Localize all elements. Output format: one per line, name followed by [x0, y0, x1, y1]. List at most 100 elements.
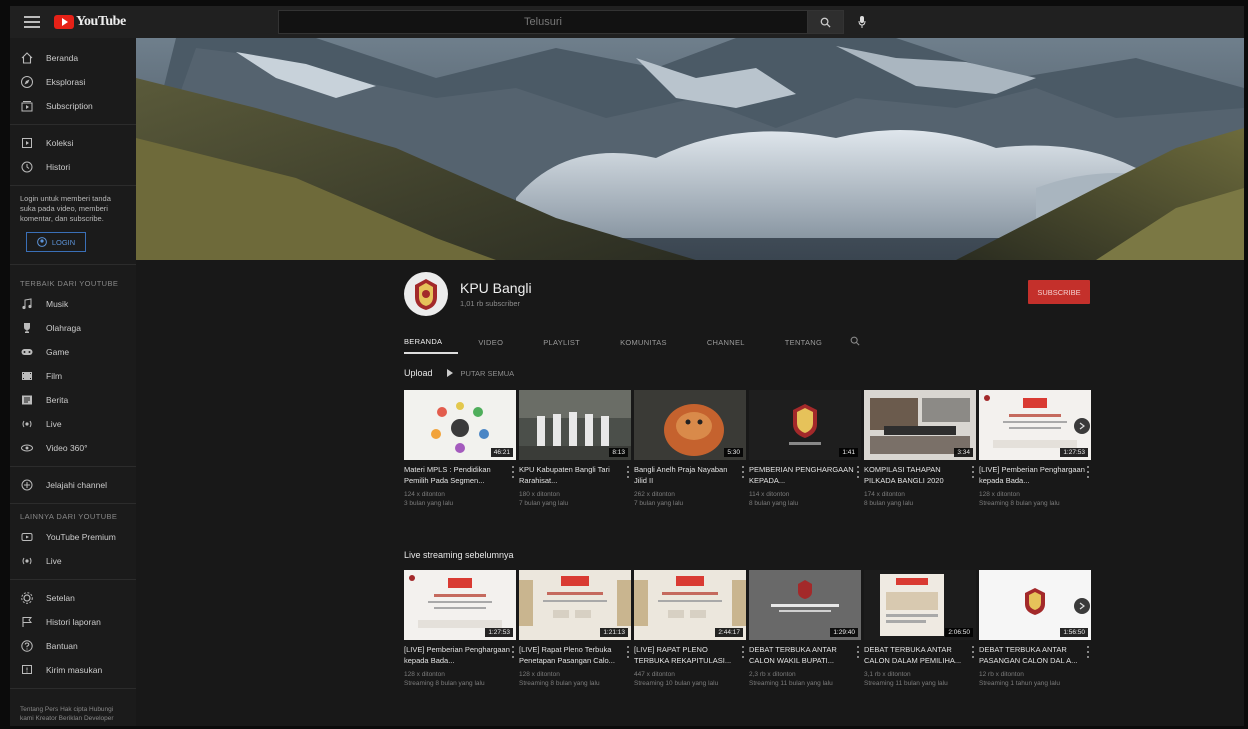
video360-icon	[20, 441, 34, 455]
sidebar-item-label: YouTube Premium	[46, 532, 116, 542]
more-vert-icon[interactable]	[972, 466, 976, 478]
video-title[interactable]: [LIVE] Rapat Pleno Terbuka Penetapan Pas…	[519, 644, 631, 666]
subscribe-button[interactable]: SUBSCRIBE	[1028, 280, 1090, 304]
video-card[interactable]: 8:13 KPU Kabupaten Bangli Tari Rarahisat.…	[519, 390, 631, 508]
film-icon	[20, 369, 34, 383]
video-age: Streaming 11 bulan yang lalu	[749, 680, 833, 687]
live-next-button[interactable]	[1074, 598, 1090, 614]
sidebar-item-beranda[interactable]: Beranda	[10, 46, 136, 70]
login-button[interactable]: LOGIN	[26, 232, 86, 252]
more-vert-icon[interactable]	[512, 646, 516, 658]
video-card[interactable]: 3:34 KOMPILASI TAHAPAN PILKADA BANGLI 202…	[864, 390, 976, 508]
video-card[interactable]: 1:21:13 [LIVE] Rapat Pleno Terbuka Peneta…	[519, 570, 631, 688]
divider	[10, 124, 136, 125]
more-vert-icon[interactable]	[512, 466, 516, 478]
more-vert-icon[interactable]	[742, 466, 746, 478]
video-thumbnail[interactable]: 1:27:53	[404, 570, 516, 640]
video-card[interactable]: 2:44:17 [LIVE] RAPAT PLENO TERBUKA REKAPI…	[634, 570, 746, 688]
sidebar-item-video-360[interactable]: Video 360°	[10, 436, 136, 460]
video-card[interactable]: 5:30 Bangli Anelh Praja Nayaban Jilid II 2…	[634, 390, 746, 508]
video-duration: 1:29:40	[830, 628, 858, 637]
video-card[interactable]: 1:41 PEMBERIAN PENGHARGAAN KEPADA... 114 x…	[749, 390, 861, 508]
voice-search-button[interactable]	[850, 10, 874, 34]
sidebar-item-eksplorasi[interactable]: Eksplorasi	[10, 70, 136, 94]
history-icon	[20, 160, 34, 174]
video-title[interactable]: Bangli Anelh Praja Nayaban Jilid II	[634, 464, 746, 486]
search-button[interactable]	[808, 10, 844, 34]
video-title[interactable]: DEBAT TERBUKA ANTAR PASANGAN CALON DAL A…	[979, 644, 1091, 666]
video-age: 7 bulan yang lalu	[519, 500, 569, 507]
sidebar-item-berita[interactable]: Berita	[10, 388, 136, 412]
uploads-next-button[interactable]	[1074, 418, 1090, 434]
sidebar-item-kirim-masukan[interactable]: Kirim masukan	[10, 658, 136, 682]
video-title[interactable]: Materi MPLS : Pendidikan Pemilih Pada Se…	[404, 464, 516, 486]
tab-channel[interactable]: CHANNEL	[687, 330, 765, 354]
sidebar-item-label: Setelan	[46, 593, 75, 603]
tab-beranda[interactable]: BERANDA	[404, 330, 459, 354]
more-vert-icon[interactable]	[857, 646, 861, 658]
video-title[interactable]: [LIVE] Pemberian Penghargaan kepada Bada…	[404, 644, 516, 666]
video-views: 2,3 rb x ditonton	[749, 671, 796, 678]
video-thumbnail[interactable]: 1:29:40	[749, 570, 861, 640]
more-vert-icon[interactable]	[1087, 646, 1091, 658]
video-title[interactable]: DEBAT TERBUKA ANTAR CALON DALAM PEMILIHA…	[864, 644, 976, 666]
video-thumbnail[interactable]: 1:21:13	[519, 570, 631, 640]
video-thumbnail[interactable]: 8:13	[519, 390, 631, 460]
tab-tentang[interactable]: TENTANG	[765, 330, 842, 354]
channel-search-button[interactable]	[850, 336, 860, 349]
more-vert-icon[interactable]	[627, 466, 631, 478]
sidebar-item-histori[interactable]: Histori	[10, 155, 136, 179]
divider	[10, 185, 136, 186]
more-vert-icon[interactable]	[627, 646, 631, 658]
channel-avatar[interactable]	[404, 272, 448, 316]
video-title[interactable]: KPU Kabupaten Bangli Tari Rarahisat...	[519, 464, 631, 486]
video-card[interactable]: 1:27:53 [LIVE] Pemberian Penghargaan kepa…	[404, 570, 516, 688]
sidebar-item-olahraga[interactable]: Olahraga	[10, 316, 136, 340]
sidebar-item-subscription[interactable]: Subscription	[10, 94, 136, 118]
sidebar-item-bantuan[interactable]: Bantuan	[10, 634, 136, 658]
sidebar: Beranda Eksplorasi Subscription Koleksi His…	[10, 38, 136, 726]
sidebar-item-youtube-premium[interactable]: YouTube Premium	[10, 525, 136, 549]
sidebar-item-live[interactable]: Live	[10, 549, 136, 573]
more-vert-icon[interactable]	[1087, 466, 1091, 478]
browse-channels-link[interactable]: Jelajahi channel	[10, 473, 136, 497]
video-thumbnail[interactable]: 3:34	[864, 390, 976, 460]
video-card[interactable]: 1:27:53 [LIVE] Pemberian Penghargaan kepa…	[979, 390, 1091, 508]
video-title[interactable]: [LIVE] RAPAT PLENO TERBUKA REKAPITULASI.…	[634, 644, 746, 666]
more-vert-icon[interactable]	[742, 646, 746, 658]
video-thumbnail[interactable]: 2:44:17	[634, 570, 746, 640]
menu-icon[interactable]	[24, 16, 40, 28]
more-vert-icon[interactable]	[857, 466, 861, 478]
tab-video[interactable]: VIDEO	[458, 330, 523, 354]
sidebar-item-live[interactable]: Live	[10, 412, 136, 436]
play-all-button[interactable]: PUTAR SEMUA	[446, 369, 514, 378]
sidebar-item-game[interactable]: Game	[10, 340, 136, 364]
sidebar-item-label: Histori laporan	[46, 617, 101, 627]
video-thumbnail[interactable]: 2:06:50	[864, 570, 976, 640]
video-card[interactable]: 2:06:50 DEBAT TERBUKA ANTAR CALON DALAM P…	[864, 570, 976, 688]
video-thumbnail[interactable]: 5:30	[634, 390, 746, 460]
video-title[interactable]: DEBAT TERBUKA ANTAR CALON WAKIL BUPATI..…	[749, 644, 861, 666]
video-age: Streaming 10 bulan yang lalu	[634, 680, 719, 687]
sidebar-item-musik[interactable]: Musik	[10, 292, 136, 316]
tab-playlist[interactable]: PLAYLIST	[523, 330, 600, 354]
video-card[interactable]: 1:56:50 DEBAT TERBUKA ANTAR PASANGAN CALO…	[979, 570, 1091, 688]
top-bar: YouTube	[10, 6, 1244, 38]
youtube-logo[interactable]: YouTube	[54, 14, 126, 30]
video-thumbnail[interactable]: 46:21	[404, 390, 516, 460]
sidebar-item-koleksi[interactable]: Koleksi	[10, 131, 136, 155]
sidebar-item-setelan[interactable]: Setelan	[10, 586, 136, 610]
video-title[interactable]: [LIVE] Pemberian Penghargaan kepada Bada…	[979, 464, 1091, 486]
search-input[interactable]	[278, 10, 808, 34]
video-thumbnail[interactable]: 1:41	[749, 390, 861, 460]
video-card[interactable]: 1:29:40 DEBAT TERBUKA ANTAR CALON WAKIL B…	[749, 570, 861, 688]
sidebar-item-film[interactable]: Film	[10, 364, 136, 388]
sidebar-item-histori-laporan[interactable]: Histori laporan	[10, 610, 136, 634]
compass-icon	[20, 75, 34, 89]
tab-komunitas[interactable]: KOMUNITAS	[600, 330, 687, 354]
video-age: Streaming 8 bulan yang lalu	[519, 680, 600, 687]
video-title[interactable]: PEMBERIAN PENGHARGAAN KEPADA...	[749, 464, 861, 486]
video-card[interactable]: 46:21 Materi MPLS : Pendidikan Pemilih Pa…	[404, 390, 516, 508]
more-vert-icon[interactable]	[972, 646, 976, 658]
video-title[interactable]: KOMPILASI TAHAPAN PILKADA BANGLI 2020	[864, 464, 976, 486]
